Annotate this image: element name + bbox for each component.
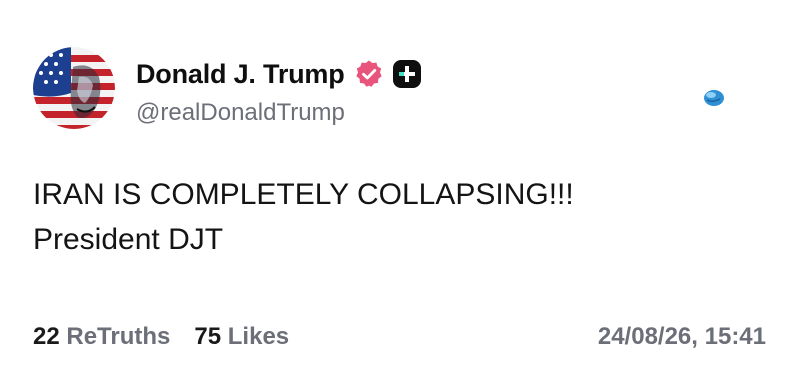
post-body: IRAN IS COMPLETELY COLLAPSING!!! Preside… (33, 172, 773, 262)
post-body-line: IRAN IS COMPLETELY COLLAPSING!!! (33, 178, 574, 211)
post-stats: 22 ReTruths 75 Likes (33, 323, 313, 351)
verified-badge-icon (354, 59, 384, 89)
author-name-row: Donald J. Trump (136, 56, 421, 92)
globe-icon (703, 89, 725, 107)
author-avatar[interactable] (33, 47, 115, 129)
retruths-stat[interactable]: 22 ReTruths (33, 323, 170, 351)
author-display-name[interactable]: Donald J. Trump (136, 59, 345, 90)
post-body-line: President DJT (33, 223, 224, 256)
likes-stat[interactable]: 75 Likes (194, 323, 289, 351)
truth-plus-icon (392, 60, 421, 88)
retruths-label: ReTruths (66, 323, 171, 350)
likes-count: 75 (194, 323, 228, 350)
avatar-flag-portrait-icon (33, 47, 115, 129)
author-handle[interactable]: @realDonaldTrump (136, 99, 345, 127)
post-timestamp: 24/08/26, 15:41 (597, 323, 766, 350)
likes-label: Likes (227, 323, 290, 350)
retruths-count: 22 (33, 323, 67, 350)
post-card: Donald J. Trump @realDonaldTrump IRAN IS… (0, 0, 800, 387)
